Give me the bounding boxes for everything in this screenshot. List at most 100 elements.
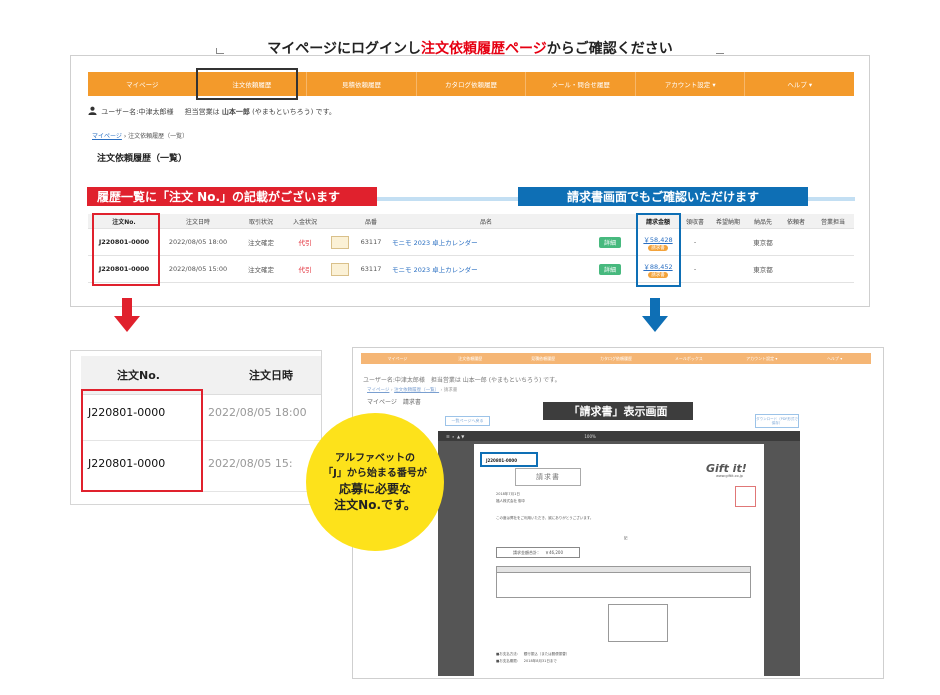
breadcrumb-current: 注文依頼履歴（一覧） xyxy=(128,133,189,140)
zoom-order-date: 2022/08/05 15: xyxy=(208,457,293,470)
product-name-link[interactable]: モニモ 2023 卓上カレンダー xyxy=(392,256,586,282)
invoice-total: 請求金額合計： ￥46,200 xyxy=(496,547,580,558)
zoomed-order-table: 注文No. 注文日時 J220801-0000 2022/08/05 18:00… xyxy=(70,350,322,505)
bubble-line: 注文No.です。 xyxy=(334,498,416,512)
invoice-nav-item[interactable]: カタログ依頼履歴 xyxy=(580,353,653,364)
product-thumbnail[interactable] xyxy=(324,256,356,282)
calendar-image-icon xyxy=(331,262,349,276)
col-thumb xyxy=(324,214,356,228)
invoice-nav-item[interactable]: 注文依頼履歴 xyxy=(434,353,507,364)
bubble-line: 「J」から始まる番号が xyxy=(323,468,427,479)
rep-name: 山本一郎 xyxy=(221,108,250,116)
col-code: 品番 xyxy=(364,218,377,226)
breadcrumb-mypage-link[interactable]: マイページ xyxy=(92,133,122,140)
order-no-highlight xyxy=(92,213,160,286)
pdf-toolbar: ☰ ⌕ ▲ ▼ 100% xyxy=(438,431,800,441)
company-url: www.giftit.co.jp xyxy=(716,474,743,478)
nav-item-mail-history[interactable]: メール・問合せ履歴 xyxy=(526,72,636,96)
label-strip xyxy=(808,197,855,201)
bubble-line: アルファベットの xyxy=(335,453,415,464)
order-date: 2022/08/05 18:00 xyxy=(168,238,228,246)
payment-status: 代引 xyxy=(298,239,312,247)
col-requester: 依頼者 xyxy=(786,218,805,226)
col-deadline: 希望納期 xyxy=(715,218,740,226)
invoice-crumb-current: 請求書 xyxy=(443,388,458,393)
col-name: 品名 xyxy=(479,218,492,226)
invoice-items-header xyxy=(497,567,750,573)
invoice-nav-item[interactable]: ヘルプ ▾ xyxy=(798,353,871,364)
search-icon[interactable]: ⌕ xyxy=(452,434,454,439)
detail-button[interactable]: 詳細 xyxy=(598,263,621,275)
col-payment: 入金状況 xyxy=(292,218,317,226)
nav-highlight-box xyxy=(196,68,298,100)
bubble-line: 応募に必要な xyxy=(338,482,411,496)
order-no-explanation-bubble: アルファベットの 「J」から始まる番号が 応募に必要な 注文No.です。 xyxy=(306,413,444,551)
chevron-down-icon[interactable]: ▼ xyxy=(461,434,464,439)
invoice-date: 2018年7月1日 xyxy=(496,492,520,496)
table-row[interactable]: J220801-0000 2022/08/05 15:00 注文確定 代引 63… xyxy=(88,256,854,283)
invoice-screen-label: 「請求書」表示画面 xyxy=(543,402,693,420)
zoom-order-date: 2022/08/05 18:00 xyxy=(208,406,307,419)
order-status: 注文確定 xyxy=(248,239,274,247)
invoice-greeting: この度は弊社をご利用いただき、誠にありがとうございます。 xyxy=(496,516,594,520)
detail-cell: 詳細 xyxy=(586,256,634,282)
product-code: 63117 xyxy=(360,238,382,246)
heading-line-tick xyxy=(216,48,217,54)
table-header: 注文No. 注文日時 取引状況 入金状況 品番 品名 請求金額 領収書 希望納期… xyxy=(88,214,854,229)
calendar-image-icon xyxy=(331,235,349,249)
zoom-header-order-no: 注文No. xyxy=(117,369,160,382)
table-row[interactable]: J220801-0000 2022/08/05 18:00 注文確定 代引 63… xyxy=(88,229,854,256)
invoice-nav-item[interactable]: メールボックス xyxy=(652,353,725,364)
rep-prefix: 担当営業は xyxy=(184,108,220,116)
zoom-level[interactable]: 100% xyxy=(584,434,595,439)
nav-item-estimate-history[interactable]: 見積依頼履歴 xyxy=(307,72,417,96)
invoice-page-title: マイページ 請求書 xyxy=(367,399,421,406)
callout-order-no: 履歴一覧に「注文 No.」の記載がございます xyxy=(87,187,377,206)
zoom-header-date: 注文日時 xyxy=(249,369,293,382)
invoice-note: 記 xyxy=(624,536,628,540)
invoice-items-table xyxy=(496,566,751,598)
pdf-viewer: ☰ ⌕ ▲ ▼ 100% J220801-0000 請求書 2018年7月1日 … xyxy=(438,431,800,676)
order-status: 注文確定 xyxy=(248,266,274,274)
col-date: 注文日時 xyxy=(185,218,210,226)
product-thumbnail[interactable] xyxy=(324,229,356,255)
invoice-nav-item[interactable]: アカウント設定 ▾ xyxy=(725,353,798,364)
download-pdf-button[interactable]: ダウンロード（PDF形式で保存） xyxy=(755,414,799,428)
callout-invoice: 請求書画面でもご確認いただけます xyxy=(518,187,808,206)
col-receipt: 領収書 xyxy=(685,218,704,226)
invoice-doc-title: 請求書 xyxy=(515,468,581,486)
invoice-breadcrumb: マイページ › 注文依頼履歴（一覧） › 請求書 xyxy=(367,388,458,393)
invoice-crumb-mypage[interactable]: マイページ xyxy=(367,388,389,393)
detail-button[interactable]: 詳細 xyxy=(598,236,621,248)
payment-method: ■お支払方法： 銀行振込（または郵便振替） xyxy=(496,652,570,656)
payment-status: 代引 xyxy=(298,266,312,274)
col-destination: 納品先 xyxy=(753,218,772,226)
nav-item-help[interactable]: ヘルプ ▾ xyxy=(745,72,854,96)
zoom-order-no-highlight xyxy=(81,389,203,492)
nav-item-catalog-history[interactable]: カタログ依頼履歴 xyxy=(417,72,527,96)
person-icon xyxy=(88,106,97,115)
arrow-down-blue-icon xyxy=(642,298,668,332)
product-code: 63117 xyxy=(360,265,382,273)
payment-deadline: ■お支払期限： 2018年8月31日まで xyxy=(496,659,557,663)
back-to-list-button[interactable]: 一覧ページへ戻る xyxy=(445,416,490,426)
arrow-down-red-icon xyxy=(114,298,140,332)
invoice-nav: マイページ 注文依頼履歴 見積依頼履歴 カタログ依頼履歴 メールボックス アカウ… xyxy=(361,353,871,364)
invoice-nav-item[interactable]: 見積依頼履歴 xyxy=(507,353,580,364)
nav-item-account[interactable]: アカウント設定 ▾ xyxy=(636,72,746,96)
chevron-up-icon[interactable]: ▲ xyxy=(457,434,460,439)
invoice-nav-item[interactable]: マイページ xyxy=(361,353,434,364)
heading-line-right xyxy=(716,53,724,54)
product-name-link[interactable]: モニモ 2023 卓上カレンダー xyxy=(392,229,586,255)
invoice-document: J220801-0000 請求書 2018年7月1日 福人株式会社 御中 Gif… xyxy=(474,444,764,676)
menu-icon[interactable]: ☰ xyxy=(446,434,450,439)
detail-cell: 詳細 xyxy=(586,229,634,255)
breadcrumb-separator: › xyxy=(123,133,127,140)
invoice-crumb-history[interactable]: 注文依頼履歴（一覧） xyxy=(394,388,439,393)
user-info: ユーザー名:中津太郎様 担当営業は 山本一郎 (やまもといちろう) です。 xyxy=(88,106,336,117)
col-status: 取引状況 xyxy=(248,218,273,226)
invoice-summary-table xyxy=(608,604,668,642)
rep-suffix: (やまもといちろう) です。 xyxy=(252,108,336,116)
user-name: ユーザー名:中津太郎様 xyxy=(101,108,174,116)
nav-item-mypage[interactable]: マイページ xyxy=(88,72,198,96)
